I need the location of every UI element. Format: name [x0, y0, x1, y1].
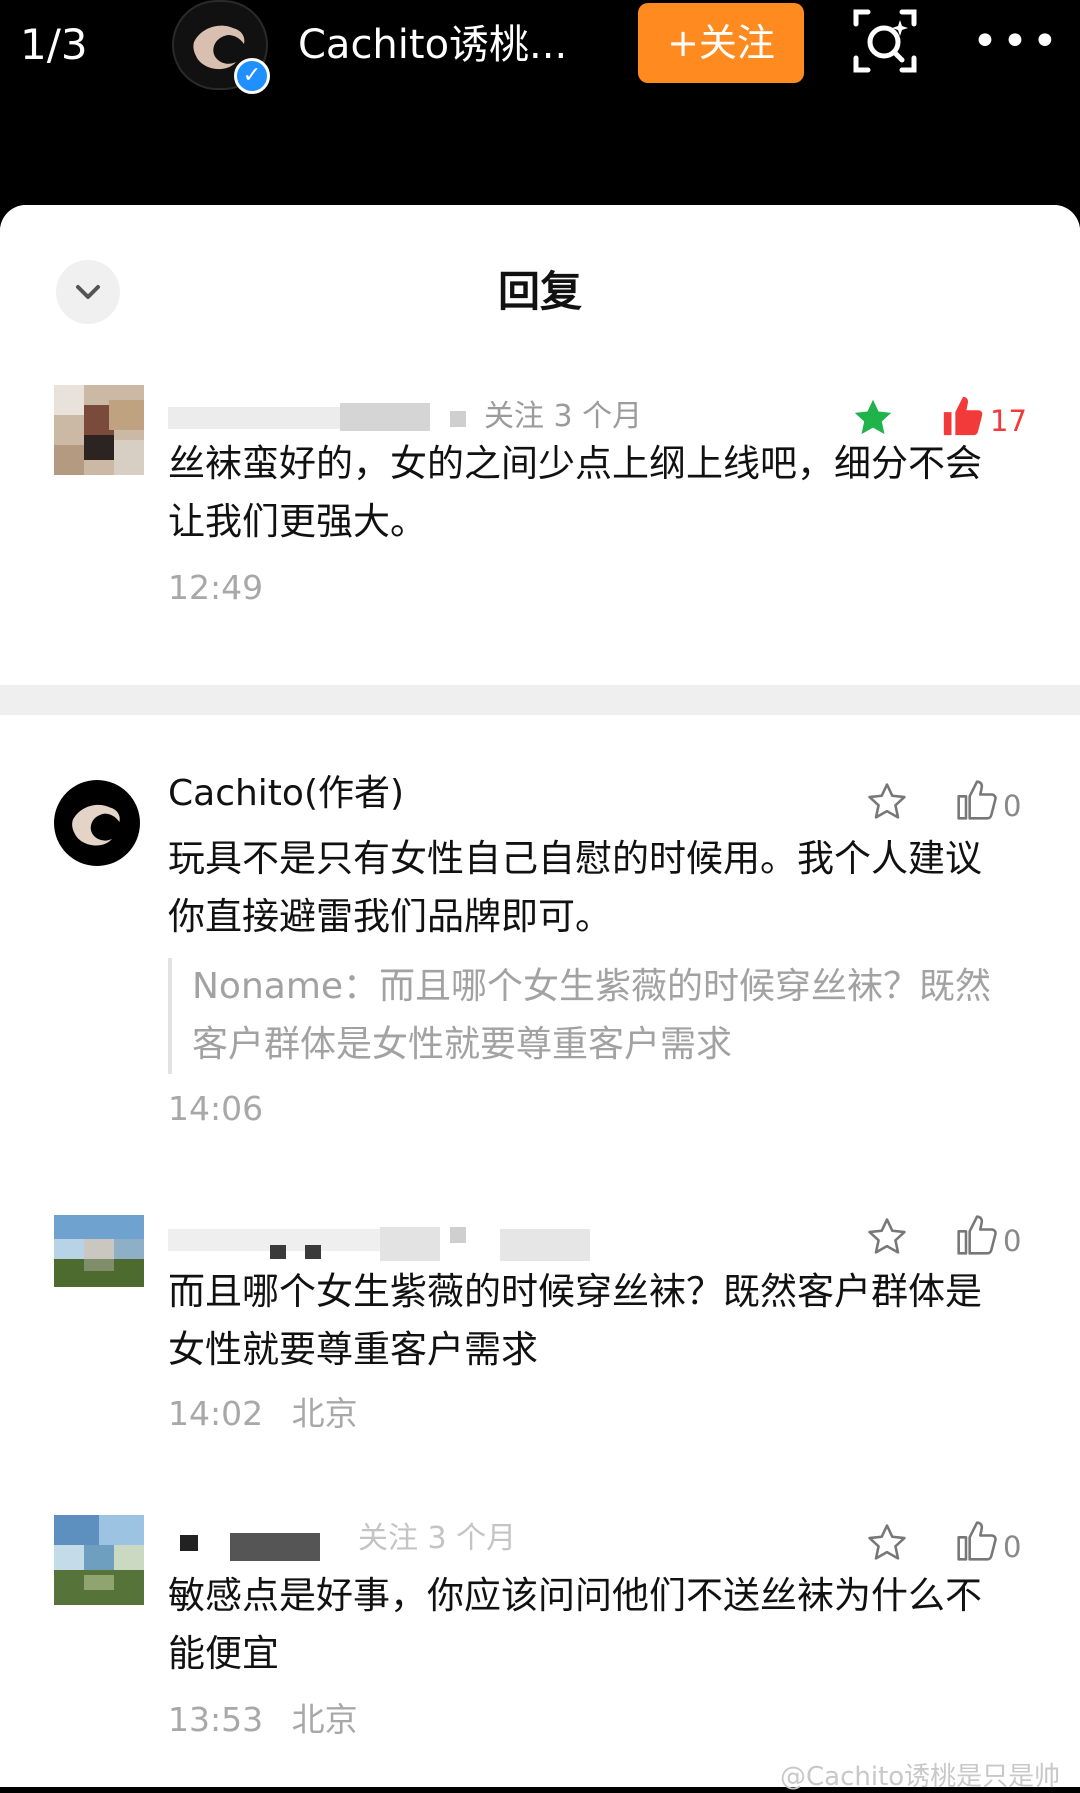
pixelated-avatar-image: [54, 385, 144, 475]
thumbs-up-icon: [957, 1521, 997, 1561]
comment-text: 玩具不是只有女性自己自慰的时候用。我个人建议你直接避雷我们品牌即可。: [168, 837, 982, 938]
favorite-button[interactable]: [865, 780, 909, 824]
comment-text: 而且哪个女生紫薇的时候穿丝袜？既然客户群体是女性就要尊重客户需求: [168, 1270, 982, 1371]
page-counter: 1/3: [20, 20, 88, 69]
blurred-meta: [500, 1229, 590, 1261]
pixelated-avatar-image: [54, 1215, 144, 1287]
account-avatar-wrap[interactable]: ✓: [172, 0, 270, 94]
blurred-username-part: [230, 1533, 320, 1561]
follow-button[interactable]: +关注: [638, 3, 804, 83]
like-count: 0: [1003, 789, 1022, 823]
more-options-button[interactable]: •••: [972, 14, 1058, 74]
thumbs-up-icon: [957, 780, 997, 820]
thumbs-up-icon: [957, 1215, 997, 1255]
like-button[interactable]: [955, 1519, 999, 1563]
favorite-button[interactable]: [865, 1521, 909, 1565]
pixelated-avatar-image: [54, 1515, 144, 1605]
time-value: 13:53: [168, 1700, 264, 1739]
top-bar: 1/3 ✓ Cachito诱桃... +关注 •••: [0, 0, 1080, 205]
avatar[interactable]: [54, 385, 144, 475]
comment-time: 14:02 北京: [168, 1391, 358, 1437]
blurred-meta: [380, 1227, 440, 1261]
star-icon: [868, 783, 906, 819]
follow-duration: 关注 3 个月: [484, 399, 643, 434]
comment-text: 丝袜蛮好的，女的之间少点上纲上线吧，细分不会让我们更强大。: [168, 442, 982, 543]
thumbs-up-icon: [943, 396, 983, 436]
reply-sheet: 回复 关注 3 个月 17 丝袜蛮好的，女的之间少点上纲上线吧，细分不会让我们更…: [0, 205, 1080, 1787]
quoted-comment: Noname：而且哪个女生紫薇的时候穿丝袜？既然客户群体是女性就要尊重客户需求: [168, 958, 1012, 1074]
favorite-button[interactable]: [865, 1215, 909, 1259]
star-icon: [868, 1524, 906, 1560]
author-avatar[interactable]: [54, 780, 140, 866]
blurred-username-part: [305, 1245, 321, 1259]
star-icon: [868, 1218, 906, 1254]
blurred-username-part: [340, 403, 430, 431]
comment-text: 敏感点是好事，你应该问问他们不送丝袜为什么不能便宜: [168, 1574, 982, 1675]
like-button[interactable]: [955, 778, 999, 822]
watermark: @Cachito诱桃是只是帅: [780, 1762, 1061, 1792]
location: 北京: [291, 1394, 358, 1433]
like-count: 0: [1003, 1530, 1022, 1564]
scan-button[interactable]: [852, 6, 918, 76]
blurred-username-part: [270, 1245, 286, 1259]
avatar[interactable]: [54, 1215, 144, 1305]
replies-list: Cachito(作者) 0 玩具不是只有女性自己自慰的时候用。我个人建议你直接避…: [0, 715, 1080, 1787]
like-button[interactable]: [955, 1213, 999, 1257]
comment-time: 13:53 北京: [168, 1697, 358, 1743]
scan-sparkle-icon: [853, 9, 917, 73]
like-count: 0: [1003, 1224, 1022, 1258]
comment-time: 14:06: [168, 1089, 264, 1128]
like-button[interactable]: [940, 393, 986, 439]
blurred-username-part: [180, 1535, 198, 1551]
section-divider: [0, 685, 1080, 715]
blurred-badge: [450, 411, 466, 427]
username[interactable]: Cachito(作者): [168, 770, 404, 818]
comment-time: 12:49: [168, 568, 264, 607]
account-name[interactable]: Cachito诱桃...: [298, 20, 567, 70]
verified-check-icon: ✓: [234, 58, 270, 94]
root-comment-section: 回复 关注 3 个月 17 丝袜蛮好的，女的之间少点上纲上线吧，细分不会让我们更…: [0, 205, 1080, 685]
brand-logo: [72, 804, 120, 846]
avatar[interactable]: [54, 1515, 144, 1605]
time-value: 14:02: [168, 1394, 264, 1433]
sheet-title: 回复: [497, 267, 582, 316]
follow-duration: 关注 3 个月: [358, 1521, 517, 1556]
location: 北京: [291, 1700, 358, 1739]
blurred-meta: [450, 1227, 466, 1243]
